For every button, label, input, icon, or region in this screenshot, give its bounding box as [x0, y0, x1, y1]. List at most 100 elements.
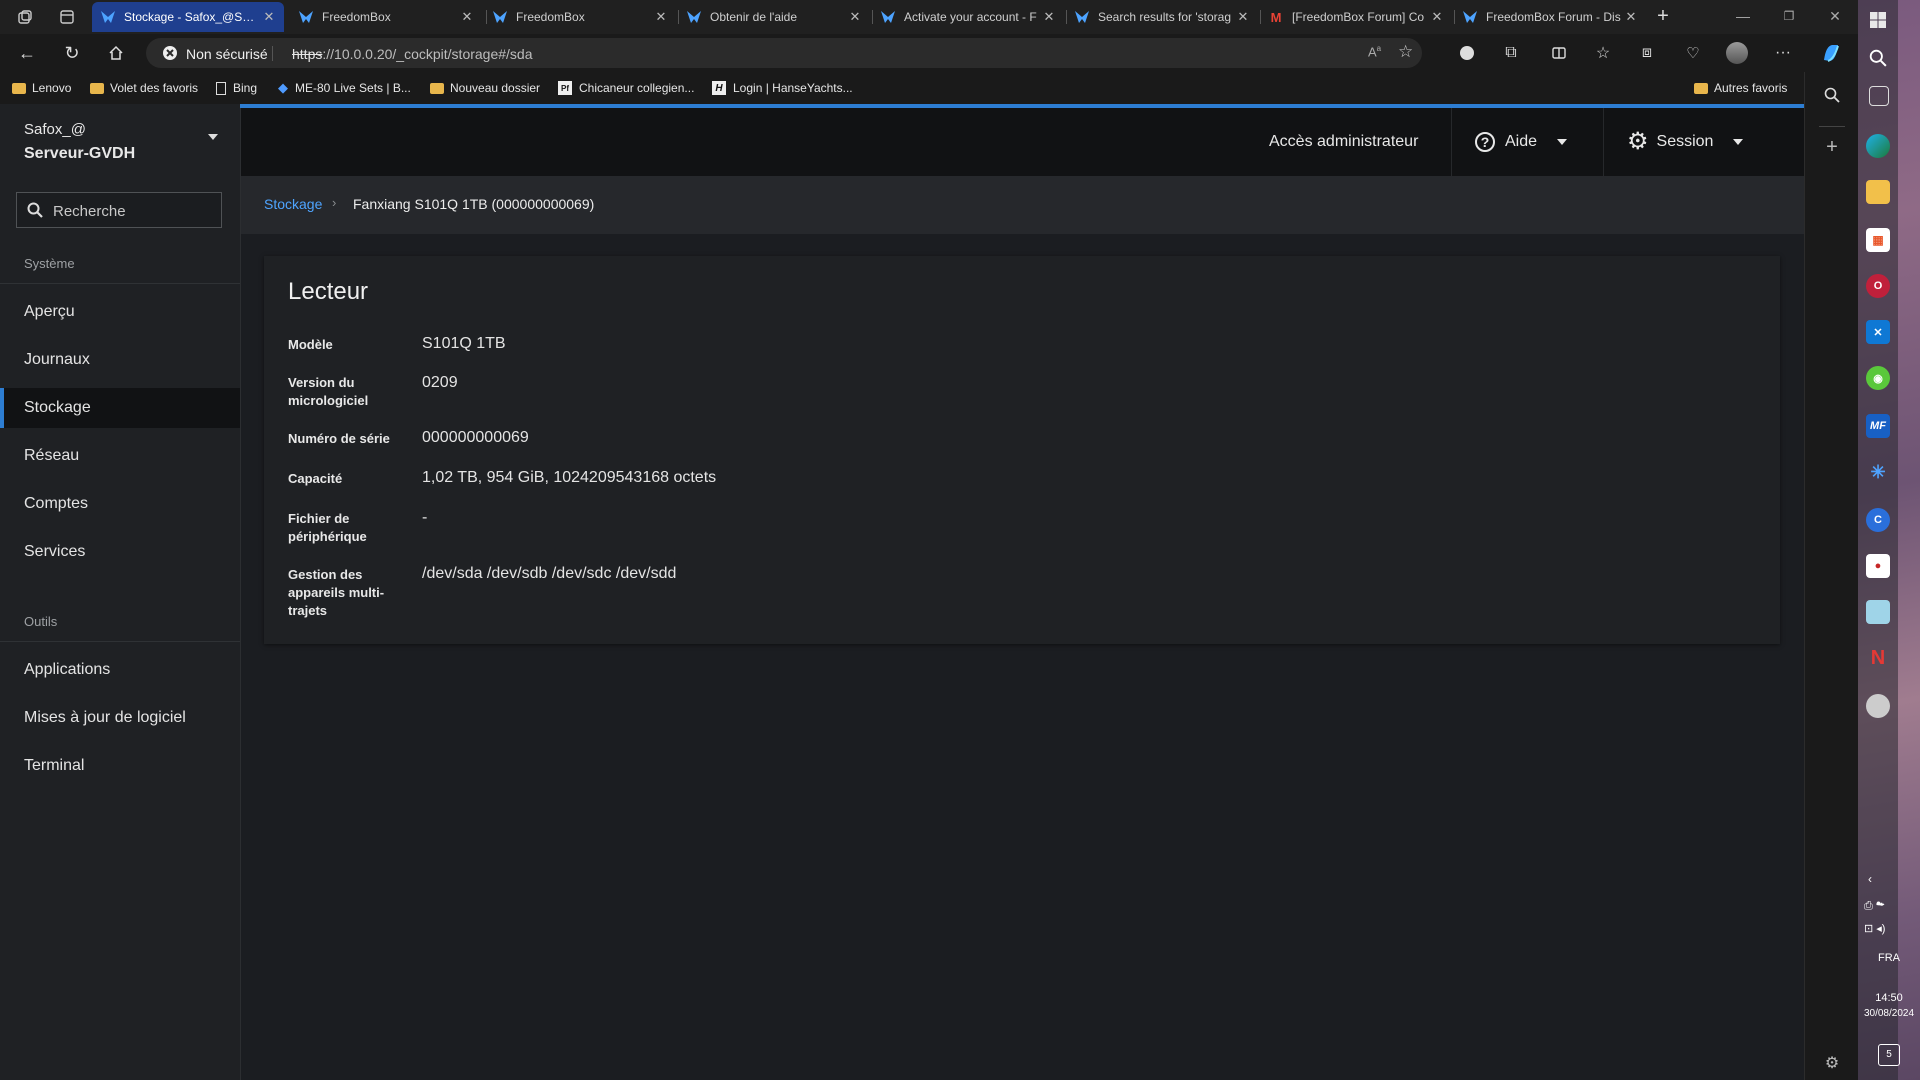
notes-app-icon[interactable] — [1866, 600, 1890, 624]
field-label: Capacité — [288, 471, 343, 486]
workspaces-icon[interactable] — [14, 6, 36, 28]
mf-app-icon[interactable]: MF — [1866, 414, 1890, 438]
caret-down-icon — [1733, 139, 1744, 145]
browser-tab[interactable]: Search results for 'storag ✕ — [1066, 2, 1258, 32]
chevron-left-icon[interactable]: ‹ — [1868, 872, 1872, 886]
nav-item-applications[interactable]: Applications — [0, 650, 240, 690]
search-input[interactable] — [51, 199, 215, 223]
collections-icon[interactable]: ⧈ — [1636, 42, 1658, 64]
bookmark-lenovo[interactable]: Lenovo — [12, 79, 71, 97]
task-view-icon[interactable] — [1869, 86, 1889, 106]
chat-app-icon[interactable]: C — [1866, 508, 1890, 532]
browser-tab[interactable]: FreedomBox ✕ — [484, 2, 676, 32]
hanse-site-icon: H — [712, 81, 726, 95]
nav-item-services[interactable]: Services — [0, 532, 240, 572]
bookmark-me80[interactable]: ◆ ME-80 Live Sets | B... — [278, 79, 411, 97]
restore-icon[interactable]: ❐ — [1778, 5, 1800, 27]
browser-tab[interactable]: FreedomBox Forum - Dis ✕ — [1454, 2, 1646, 32]
breadcrumb-link-storage[interactable]: Stockage — [264, 196, 322, 212]
extension-icon[interactable] — [1456, 42, 1478, 64]
field-label: Modèle — [288, 337, 333, 352]
favorite-star-icon[interactable]: ☆ — [1398, 42, 1413, 62]
browser-tab[interactable]: Stockage - Safox_@Serve ✕ — [92, 2, 284, 32]
model-value: S101Q 1TB — [422, 335, 506, 352]
close-icon[interactable]: ✕ — [458, 9, 476, 25]
gmail-icon: M — [1270, 9, 1282, 25]
browser-tab[interactable]: Activate your account - F ✕ — [872, 2, 1064, 32]
new-tab-icon[interactable]: + — [1652, 5, 1674, 27]
minimize-icon[interactable]: — — [1732, 5, 1754, 27]
url-bar[interactable]: Non sécurisé https://10.0.0.20/_cockpit/… — [146, 38, 1422, 68]
more-options-icon[interactable]: ··· — [1772, 42, 1794, 64]
clock-time[interactable]: 14:50 — [1858, 992, 1920, 1004]
windows-start-icon[interactable] — [1866, 8, 1890, 32]
nav-item-terminal[interactable]: Terminal — [0, 746, 240, 786]
bookmark-favorites-pane[interactable]: Volet des favoris — [90, 79, 198, 97]
search-box[interactable] — [16, 192, 222, 228]
nav-item-storage[interactable]: Stockage — [0, 388, 240, 428]
close-icon[interactable]: ✕ — [1040, 9, 1058, 25]
close-icon[interactable]: ✕ — [260, 9, 278, 25]
close-icon[interactable]: ✕ — [846, 9, 864, 25]
profile-avatar[interactable] — [1726, 42, 1748, 64]
serial-value: 000000000069 — [422, 429, 529, 446]
security-label[interactable]: Non sécurisé — [186, 46, 268, 62]
split-screen-icon[interactable] — [1548, 42, 1570, 64]
network-app-icon[interactable]: ✳ — [1866, 460, 1890, 484]
extensions-puzzle-icon[interactable]: ⧉ — [1500, 42, 1522, 64]
bookmark-new-folder[interactable]: Nouveau dossier — [430, 79, 540, 97]
url-text[interactable]: https://10.0.0.20/_cockpit/storage#/sda — [292, 46, 533, 62]
host-switcher[interactable]: Safox_@ Serveur-GVDH — [24, 118, 135, 166]
nav-item-accounts[interactable]: Comptes — [0, 484, 240, 524]
close-icon[interactable]: ✕ — [1428, 9, 1446, 25]
help-menu-button[interactable]: ? Aide — [1475, 108, 1568, 176]
sidebar-search-icon[interactable] — [1821, 84, 1843, 106]
x-app-icon[interactable]: ✕ — [1866, 320, 1890, 344]
bag-app-icon[interactable]: ● — [1866, 554, 1890, 578]
browser-tab[interactable]: Obtenir de l'aide ✕ — [678, 2, 870, 32]
favorites-icon[interactable]: ☆ — [1592, 42, 1614, 64]
home-icon[interactable] — [105, 42, 127, 64]
add-sidebar-app-icon[interactable]: + — [1821, 136, 1843, 158]
browser-tab[interactable]: FreedomBox ✕ — [290, 2, 482, 32]
reload-icon[interactable]: ↻ — [61, 42, 83, 64]
close-icon[interactable]: ✕ — [1234, 9, 1252, 25]
close-icon[interactable]: ✕ — [1622, 9, 1640, 25]
taskbar-search-icon[interactable] — [1866, 46, 1890, 70]
tray-icons[interactable]: ⎙ ☁ — [1864, 900, 1885, 913]
opera-icon[interactable]: O — [1866, 274, 1890, 298]
bookmark-hanseyachts[interactable]: H Login | HanseYachts... — [712, 79, 853, 97]
browser-essentials-icon[interactable]: ♡ — [1682, 42, 1704, 64]
nav-item-logs[interactable]: Journaux — [0, 340, 240, 380]
notification-badge[interactable]: 5 — [1878, 1044, 1900, 1066]
window-close-icon[interactable]: ✕ — [1824, 5, 1846, 27]
browser-tab[interactable]: M [FreedomBox Forum] Co ✕ — [1260, 2, 1452, 32]
caret-down-icon[interactable] — [208, 134, 218, 140]
volume-icon[interactable]: ⊡ ◂) — [1864, 922, 1885, 935]
edge-app-icon[interactable] — [1866, 134, 1890, 158]
netflix-icon[interactable]: N — [1866, 646, 1890, 670]
disk-app-icon[interactable] — [1866, 694, 1890, 718]
close-icon[interactable]: ✕ — [652, 9, 670, 25]
sidebar-settings-icon[interactable]: ⚙ — [1821, 1052, 1843, 1074]
tab-actions-icon[interactable] — [56, 6, 78, 28]
read-aloud-icon[interactable]: Aa — [1368, 44, 1381, 59]
back-icon[interactable]: ← — [16, 42, 38, 64]
session-menu-button[interactable]: ⚙ Session — [1627, 108, 1744, 176]
file-explorer-icon[interactable] — [1866, 180, 1890, 204]
bookmark-chicaneur[interactable]: Pf Chicaneur collegien... — [558, 79, 694, 97]
language-indicator[interactable]: FRA — [1858, 952, 1920, 964]
freedombox-icon — [298, 9, 314, 25]
field-label: Fichier de périphérique — [288, 511, 367, 544]
clock-date[interactable]: 30/08/2024 — [1858, 1008, 1920, 1019]
bookmark-other-favorites[interactable]: Autres favoris — [1694, 79, 1787, 97]
nav-item-network[interactable]: Réseau — [0, 436, 240, 476]
nav-item-overview[interactable]: Aperçu — [0, 292, 240, 332]
url-path: ://10.0.0.20/_cockpit/storage#/sda — [322, 46, 533, 62]
duolingo-icon[interactable]: ◉ — [1866, 366, 1890, 390]
store-icon[interactable]: ▦ — [1866, 228, 1890, 252]
admin-access-button[interactable]: Accès administrateur — [1269, 108, 1418, 176]
bookmark-bing[interactable]: Bing — [216, 79, 257, 97]
nav-item-software-updates[interactable]: Mises à jour de logiciel — [0, 698, 240, 738]
copilot-icon[interactable] — [1820, 42, 1842, 64]
